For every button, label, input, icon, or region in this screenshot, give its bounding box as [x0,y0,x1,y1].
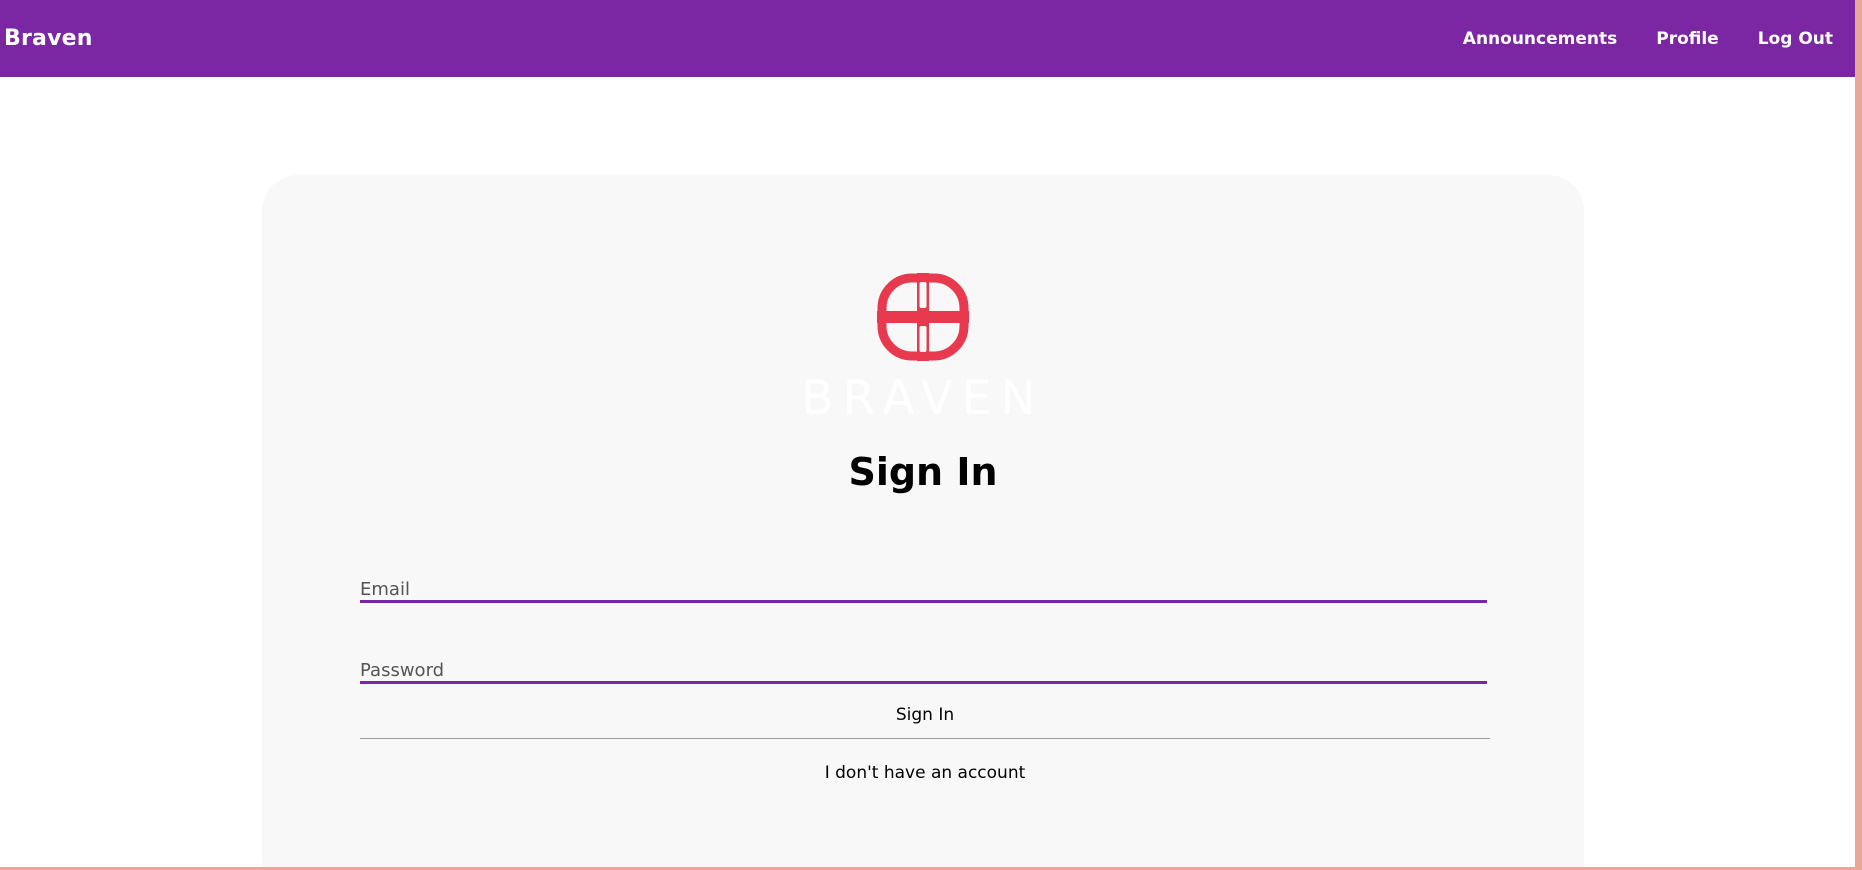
page-title: Sign In [848,450,998,494]
nav-logout-link[interactable]: Log Out [1758,29,1833,49]
email-field[interactable]: Email [360,571,1487,603]
sign-in-button[interactable]: Sign In [360,690,1490,740]
braven-wordmark: BRAVEN [801,371,1045,426]
password-field[interactable]: Password [360,652,1487,684]
no-account-button[interactable]: I don't have an account [360,755,1490,791]
nav-announcements-link[interactable]: Announcements [1463,29,1617,49]
nav-profile-link[interactable]: Profile [1656,29,1718,49]
email-input[interactable] [360,571,1487,600]
password-input[interactable] [360,652,1487,681]
app-viewport: Braven Announcements Profile Log Out BRA… [0,0,1855,867]
form-divider [360,738,1490,739]
braven-logo-icon [877,273,969,361]
nav-links: Announcements Profile Log Out [1463,29,1833,49]
braven-logo: BRAVEN [262,273,1584,422]
top-navbar: Braven Announcements Profile Log Out [0,0,1855,77]
sign-in-card: BRAVEN Sign In Email Password Sign In I … [262,175,1584,867]
brand-link[interactable]: Braven [4,26,93,51]
